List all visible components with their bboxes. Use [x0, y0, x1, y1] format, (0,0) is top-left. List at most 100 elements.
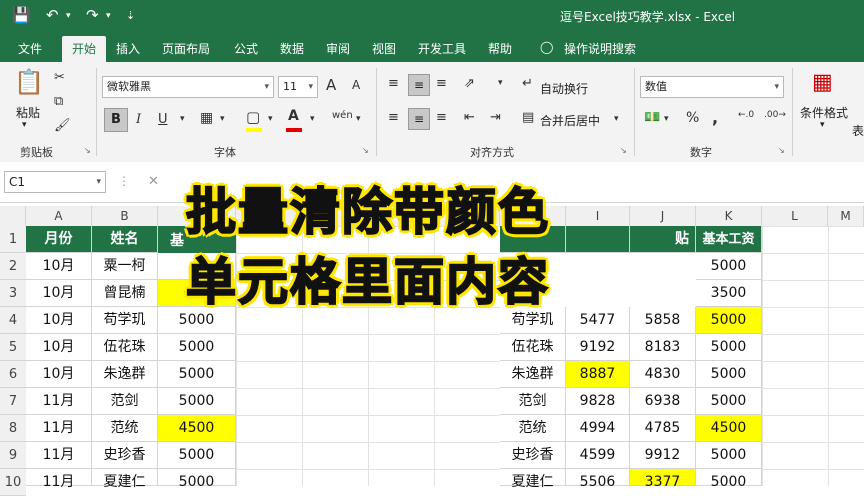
tab-review[interactable]: 审阅: [326, 40, 350, 57]
column-header-a[interactable]: A: [26, 206, 92, 226]
table-cell[interactable]: 5000: [696, 469, 762, 490]
tab-page-layout[interactable]: 页面布局: [162, 40, 210, 57]
table-cell[interactable]: 4994: [566, 415, 630, 442]
increase-decimal-icon[interactable]: ←.0: [738, 110, 754, 120]
merge-center-icon[interactable]: ▤: [522, 110, 534, 125]
fill-color-icon[interactable]: ▢: [246, 108, 260, 126]
table-cell[interactable]: 10月: [26, 334, 92, 361]
table-cell[interactable]: 5000: [696, 253, 762, 280]
table-cell[interactable]: 8887: [566, 361, 630, 388]
table-cell[interactable]: 9828: [566, 388, 630, 415]
tab-file[interactable]: 文件: [18, 40, 42, 57]
column-header-m[interactable]: M: [828, 206, 864, 226]
conditional-format-icon[interactable]: ▦: [812, 70, 833, 95]
decrease-indent-icon[interactable]: ⇤: [464, 110, 475, 125]
row-header[interactable]: 2: [0, 253, 26, 280]
table-cell[interactable]: 5477: [566, 307, 630, 334]
font-size-select[interactable]: 11 ▾: [278, 76, 318, 98]
table-cell[interactable]: 5858: [630, 307, 696, 334]
table-cell[interactable]: 5000: [158, 388, 236, 415]
select-all-corner[interactable]: [0, 206, 26, 226]
grow-font-icon[interactable]: A: [326, 76, 336, 94]
table-cell[interactable]: 11月: [26, 469, 92, 490]
copy-icon[interactable]: ⧉: [54, 94, 63, 109]
tab-developer[interactable]: 开发工具: [418, 40, 466, 57]
align-left-icon[interactable]: ≡: [388, 110, 399, 125]
merge-center-button[interactable]: 合并后居中: [540, 112, 600, 129]
table-cell[interactable]: 夏建仁: [500, 469, 566, 490]
table-cell[interactable]: 5000: [696, 334, 762, 361]
font-name-select[interactable]: 微软雅黑 ▾: [102, 76, 274, 98]
align-center-icon[interactable]: ≡: [408, 108, 430, 130]
column-header-b[interactable]: B: [92, 206, 158, 226]
customize-qat-icon[interactable]: ⇣: [126, 9, 135, 22]
tab-help[interactable]: 帮助: [488, 40, 512, 57]
align-middle-icon[interactable]: ≡: [408, 74, 430, 96]
paste-icon[interactable]: 📋: [14, 68, 44, 98]
save-icon[interactable]: 💾: [12, 6, 31, 24]
font-color-icon[interactable]: A: [288, 108, 299, 124]
table-cell[interactable]: 10月: [26, 307, 92, 334]
table-cell[interactable]: 10月: [26, 253, 92, 280]
table-cell[interactable]: 11月: [26, 442, 92, 469]
chevron-down-icon[interactable]: ▾: [664, 114, 669, 124]
chevron-down-icon[interactable]: ▾: [66, 11, 71, 21]
table-cell[interactable]: 范剑: [92, 388, 158, 415]
table-cell[interactable]: 5000: [696, 442, 762, 469]
chevron-down-icon[interactable]: ▾: [220, 114, 225, 124]
chevron-down-icon[interactable]: ▾: [22, 120, 27, 130]
table-cell[interactable]: 11月: [26, 415, 92, 442]
row-header[interactable]: 9: [0, 442, 26, 469]
table-cell[interactable]: 5000: [158, 469, 236, 490]
chevron-down-icon[interactable]: ▾: [614, 114, 619, 124]
table-cell[interactable]: 5000: [696, 361, 762, 388]
column-header-i[interactable]: I: [566, 206, 630, 226]
column-header-l[interactable]: L: [762, 206, 828, 226]
row-header[interactable]: 8: [0, 415, 26, 442]
chevron-down-icon[interactable]: ▾: [820, 120, 825, 130]
undo-icon[interactable]: ↶: [46, 6, 59, 24]
table-cell[interactable]: 5000: [158, 361, 236, 388]
table-cell[interactable]: 5000: [158, 334, 236, 361]
table-cell[interactable]: 3377: [630, 469, 696, 490]
table-cell[interactable]: 10月: [26, 280, 92, 307]
chevron-down-icon[interactable]: ▾: [356, 114, 361, 124]
table-cell[interactable]: 史珍香: [500, 442, 566, 469]
format-painter-icon[interactable]: 🖌: [54, 118, 71, 133]
table-cell[interactable]: 朱逸群: [92, 361, 158, 388]
column-header-j[interactable]: J: [630, 206, 696, 226]
tab-view[interactable]: 视图: [372, 40, 396, 57]
row-header[interactable]: 10: [0, 469, 26, 496]
dialog-launcher-icon[interactable]: ↘: [84, 146, 91, 155]
tab-data[interactable]: 数据: [280, 40, 304, 57]
cell-header-allowance[interactable]: 贴: [630, 226, 696, 253]
table-cell[interactable]: 朱逸群: [500, 361, 566, 388]
shrink-font-icon[interactable]: A: [352, 78, 360, 92]
format-as-table-label[interactable]: 表: [852, 122, 864, 139]
table-cell[interactable]: 6938: [630, 388, 696, 415]
table-cell[interactable]: 10月: [26, 361, 92, 388]
table-cell[interactable]: 史珍香: [92, 442, 158, 469]
row-header[interactable]: 7: [0, 388, 26, 415]
dialog-launcher-icon[interactable]: ↘: [778, 146, 785, 155]
row-header[interactable]: 6: [0, 361, 26, 388]
table-cell[interactable]: 范统: [500, 415, 566, 442]
column-header-k[interactable]: K: [696, 206, 762, 226]
table-cell[interactable]: 5000: [696, 307, 762, 334]
table-cell[interactable]: 9192: [566, 334, 630, 361]
chevron-down-icon[interactable]: ▾: [106, 11, 111, 21]
dialog-launcher-icon[interactable]: ↘: [362, 146, 369, 155]
orientation-icon[interactable]: ⇗: [464, 76, 475, 91]
table-cell[interactable]: 11月: [26, 388, 92, 415]
align-right-icon[interactable]: ≡: [436, 110, 447, 125]
row-header[interactable]: 1: [0, 226, 26, 253]
table-cell[interactable]: 伍花珠: [500, 334, 566, 361]
chevron-down-icon[interactable]: ▾: [268, 114, 273, 124]
cut-icon[interactable]: ✂: [54, 70, 65, 85]
bold-button[interactable]: B: [104, 108, 128, 132]
table-cell[interactable]: 范剑: [500, 388, 566, 415]
borders-icon[interactable]: ▦: [200, 110, 213, 126]
table-cell[interactable]: 4599: [566, 442, 630, 469]
table-cell[interactable]: 8183: [630, 334, 696, 361]
tell-me-search[interactable]: 操作说明搜索: [564, 40, 636, 57]
